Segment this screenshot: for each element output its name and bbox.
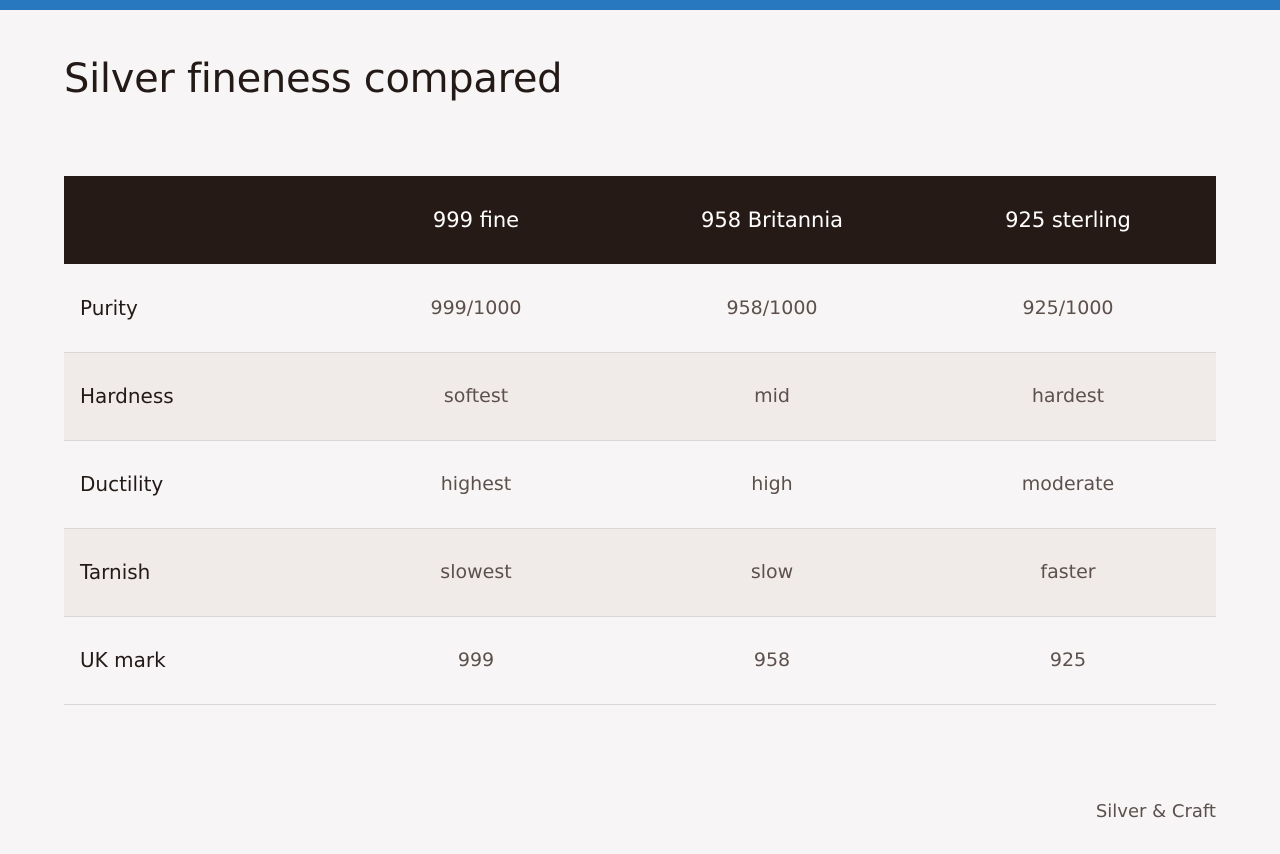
accent-top-bar: [0, 0, 1280, 10]
table-row-hardness: Hardness softest mid hardest: [64, 352, 1216, 440]
table-cell: 958/1000: [726, 296, 818, 319]
table-row-tarnish: Tarnish slowest slow faster: [64, 528, 1216, 616]
table-cell: mid: [754, 385, 790, 407]
table-cell: softest: [443, 385, 509, 407]
page-title: Silver fineness compared: [64, 56, 563, 102]
table-cell: moderate: [1021, 473, 1115, 495]
header-cell-958-britannia: 958 Britannia: [700, 208, 844, 232]
table-cell: 999/1000: [430, 296, 522, 319]
table-cell: 925/1000: [1022, 296, 1114, 319]
row-label: UK mark: [80, 648, 166, 672]
header-cell-blank: [64, 176, 328, 264]
row-label: Tarnish: [80, 560, 151, 584]
table-header-row: 999 fine 958 Britannia 925 sterling: [64, 176, 1216, 264]
table-cell: 999: [457, 649, 495, 671]
fineness-comparison-table: 999 fine 958 Britannia 925 sterling Puri…: [64, 176, 1216, 705]
table-row-ductility: Ductility highest high moderate: [64, 440, 1216, 528]
table-cell: highest: [440, 473, 512, 495]
table-row-purity: Purity 999/1000 958/1000 925/1000: [64, 264, 1216, 352]
table-row-uk-mark: UK mark 999 958 925: [64, 616, 1216, 704]
table-cell: high: [751, 473, 793, 495]
table-cell: slowest: [440, 561, 512, 583]
row-label: Ductility: [80, 472, 164, 496]
row-label: Hardness: [80, 384, 174, 408]
table-cell: 925: [1049, 649, 1087, 671]
table-cell: faster: [1040, 561, 1096, 583]
table-cell: slow: [750, 561, 794, 583]
header-cell-925-sterling: 925 sterling: [1005, 208, 1131, 232]
table-cell: 958: [753, 649, 791, 671]
header-cell-999-fine: 999 fine: [432, 208, 520, 232]
row-label: Purity: [80, 295, 138, 320]
table-cell: hardest: [1031, 385, 1105, 407]
footer-brand: Silver & Craft: [1095, 801, 1216, 822]
